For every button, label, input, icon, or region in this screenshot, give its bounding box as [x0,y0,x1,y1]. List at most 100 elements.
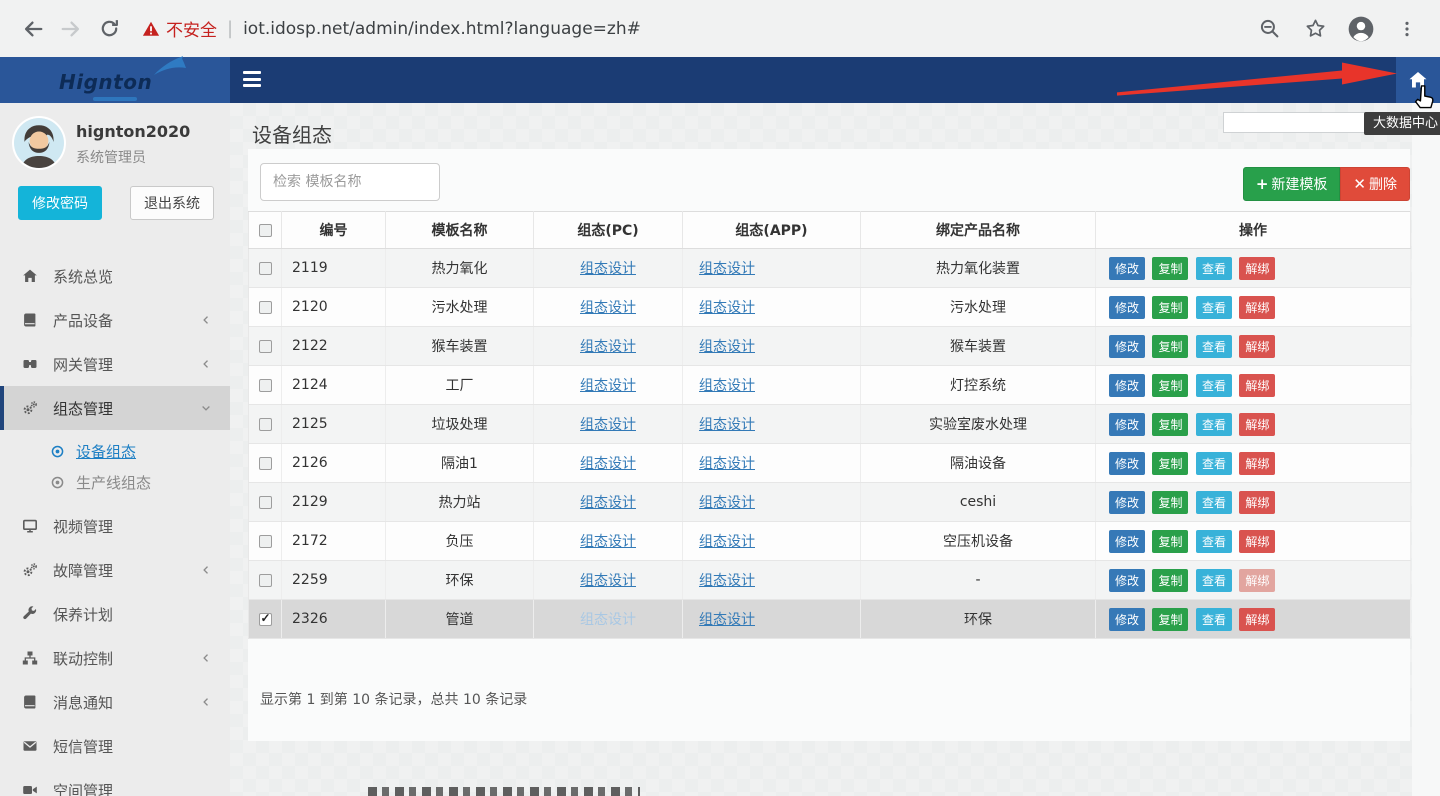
pc-design-link[interactable]: 组态设计 [580,300,636,316]
sidebar-item-gateway[interactable]: 网关管理 [0,342,230,386]
pc-design-link[interactable]: 组态设计 [580,261,636,277]
action-view-button[interactable]: 查看 [1196,569,1232,592]
action-unbind-button[interactable]: 解绑 [1239,569,1275,592]
action-copy-button[interactable]: 复制 [1152,530,1188,553]
app-design-link[interactable]: 组态设计 [699,261,755,277]
back-icon[interactable] [14,10,52,48]
action-unbind-button[interactable]: 解绑 [1239,257,1275,280]
url-text[interactable]: iot.idosp.net/admin/index.html?language=… [243,19,641,39]
action-copy-button[interactable]: 复制 [1152,608,1188,631]
action-copy-button[interactable]: 复制 [1152,335,1188,358]
row-checkbox[interactable] [259,613,272,626]
delete-button[interactable]: ✕删除 [1340,167,1410,201]
action-unbind-button[interactable]: 解绑 [1239,413,1275,436]
template-search-input[interactable] [260,163,440,201]
row-checkbox[interactable] [259,262,272,275]
quick-search-input[interactable] [1223,112,1369,133]
action-unbind-button[interactable]: 解绑 [1239,296,1275,319]
action-view-button[interactable]: 查看 [1196,374,1232,397]
app-design-link[interactable]: 组态设计 [699,573,755,589]
row-checkbox[interactable] [259,418,272,431]
action-modify-button[interactable]: 修改 [1109,335,1145,358]
action-view-button[interactable]: 查看 [1196,296,1232,319]
action-view-button[interactable]: 查看 [1196,452,1232,475]
app-design-link[interactable]: 组态设计 [699,339,755,355]
action-view-button[interactable]: 查看 [1196,491,1232,514]
pc-design-link[interactable]: 组态设计 [580,417,636,433]
pc-design-link[interactable]: 组态设计 [580,495,636,511]
user-avatar[interactable] [14,118,64,168]
action-unbind-button[interactable]: 解绑 [1239,608,1275,631]
action-unbind-button[interactable]: 解绑 [1239,374,1275,397]
pc-design-link[interactable]: 组态设计 [580,456,636,472]
action-copy-button[interactable]: 复制 [1152,257,1188,280]
security-warning-label[interactable]: 不安全 [166,16,217,41]
action-modify-button[interactable]: 修改 [1109,530,1145,553]
app-design-link[interactable]: 组态设计 [699,417,755,433]
action-view-button[interactable]: 查看 [1196,413,1232,436]
submenu-item-production-line-config[interactable]: 生产线组态 [0,467,230,498]
action-view-button[interactable]: 查看 [1196,257,1232,280]
action-modify-button[interactable]: 修改 [1109,257,1145,280]
action-view-button[interactable]: 查看 [1196,335,1232,358]
action-copy-button[interactable]: 复制 [1152,452,1188,475]
sidebar-item-space[interactable]: 空间管理 [0,768,230,796]
browser-menu-icon[interactable] [1388,10,1426,48]
pc-design-link[interactable]: 组态设计 [580,339,636,355]
action-view-button[interactable]: 查看 [1196,530,1232,553]
action-unbind-button[interactable]: 解绑 [1239,452,1275,475]
sidebar-item-maintenance[interactable]: 保养计划 [0,592,230,636]
action-copy-button[interactable]: 复制 [1152,491,1188,514]
zoom-out-icon[interactable] [1250,10,1288,48]
address-bar[interactable]: 不安全 | iot.idosp.net/admin/index.html?lan… [142,16,1250,41]
sidebar-item-config[interactable]: 组态管理 [0,386,230,430]
sidebar-item-overview[interactable]: 系统总览 [0,254,230,298]
new-template-button[interactable]: +新建模板 [1243,167,1341,201]
sidebar-item-linkage[interactable]: 联动控制 [0,636,230,680]
pc-design-link[interactable]: 组态设计 [580,534,636,550]
app-design-link[interactable]: 组态设计 [699,456,755,472]
sidebar-item-products[interactable]: 产品设备 [0,298,230,342]
brand-logo[interactable]: Hignton [55,60,175,100]
action-unbind-button[interactable]: 解绑 [1239,530,1275,553]
action-modify-button[interactable]: 修改 [1109,296,1145,319]
row-checkbox[interactable] [259,574,272,587]
action-modify-button[interactable]: 修改 [1109,608,1145,631]
logout-button[interactable]: 退出系统 [130,186,214,220]
action-unbind-button[interactable]: 解绑 [1239,335,1275,358]
row-checkbox[interactable] [259,496,272,509]
row-checkbox[interactable] [259,301,272,314]
profile-avatar-icon[interactable] [1342,10,1380,48]
row-checkbox[interactable] [259,535,272,548]
sidebar-item-sms[interactable]: 短信管理 [0,724,230,768]
action-modify-button[interactable]: 修改 [1109,452,1145,475]
change-password-button[interactable]: 修改密码 [18,186,102,220]
bookmark-star-icon[interactable] [1296,10,1334,48]
reload-icon[interactable] [90,10,128,48]
row-checkbox[interactable] [259,340,272,353]
action-copy-button[interactable]: 复制 [1152,374,1188,397]
action-modify-button[interactable]: 修改 [1109,491,1145,514]
pc-design-link[interactable]: 组态设计 [580,612,636,628]
pc-design-link[interactable]: 组态设计 [580,573,636,589]
action-view-button[interactable]: 查看 [1196,608,1232,631]
action-unbind-button[interactable]: 解绑 [1239,491,1275,514]
action-copy-button[interactable]: 复制 [1152,413,1188,436]
action-copy-button[interactable]: 复制 [1152,296,1188,319]
app-design-link[interactable]: 组态设计 [699,300,755,316]
row-checkbox[interactable] [259,379,272,392]
sidebar-item-video[interactable]: 视频管理 [0,504,230,548]
app-design-link[interactable]: 组态设计 [699,378,755,394]
app-design-link[interactable]: 组态设计 [699,534,755,550]
row-checkbox[interactable] [259,457,272,470]
sidebar-item-fault[interactable]: 故障管理 [0,548,230,592]
action-modify-button[interactable]: 修改 [1109,569,1145,592]
action-modify-button[interactable]: 修改 [1109,413,1145,436]
pc-design-link[interactable]: 组态设计 [580,378,636,394]
app-design-link[interactable]: 组态设计 [699,612,755,628]
app-design-link[interactable]: 组态设计 [699,495,755,511]
forward-icon[interactable] [52,10,90,48]
hamburger-menu-icon[interactable] [243,71,261,87]
select-all-checkbox[interactable] [259,224,272,237]
home-button[interactable] [1396,57,1440,103]
